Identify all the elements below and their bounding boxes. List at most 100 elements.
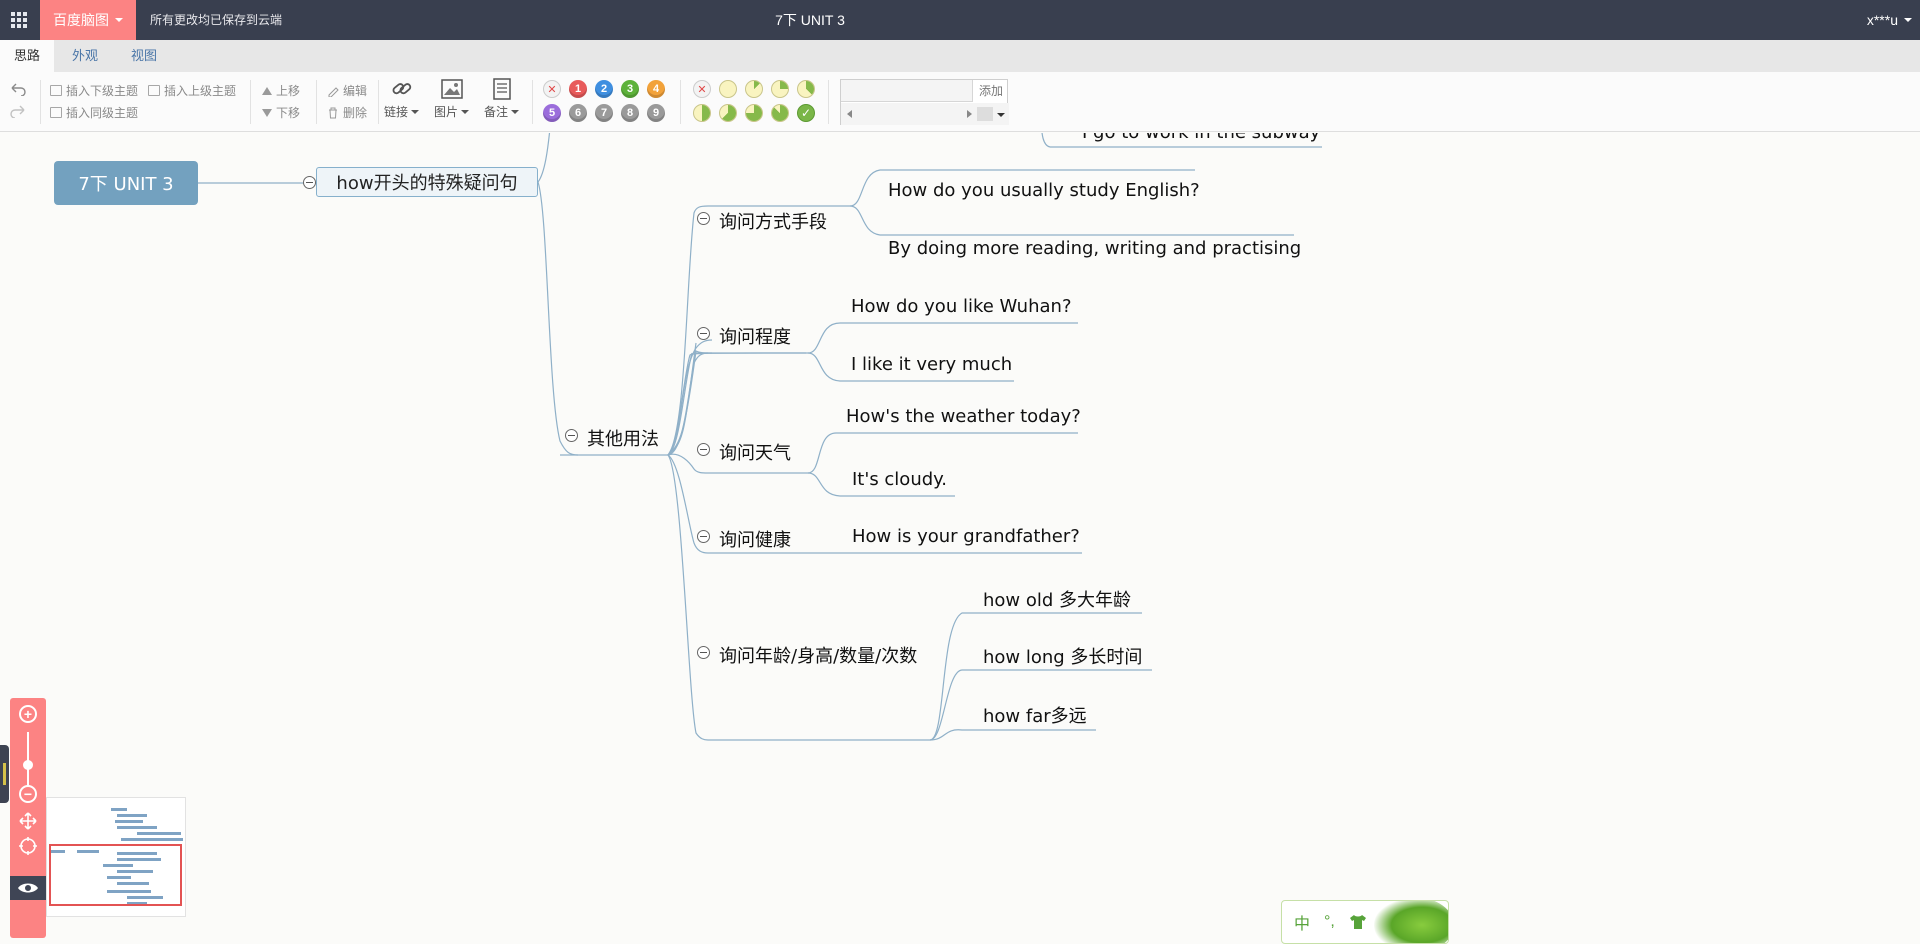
minimap-node <box>137 832 181 835</box>
minimap-node <box>117 814 147 817</box>
progress-0-button[interactable] <box>719 80 737 98</box>
collapse-toggle[interactable] <box>697 212 710 225</box>
toggle-minimap-button[interactable] <box>10 876 46 900</box>
move-icon[interactable] <box>18 811 38 831</box>
tab-appearance[interactable]: 外观 <box>58 40 112 72</box>
priority-8-button[interactable]: 8 <box>621 104 639 122</box>
priority-4-button[interactable]: 4 <box>647 80 665 98</box>
tab-outline[interactable]: 思路 <box>0 40 55 72</box>
insert-sibling-button[interactable]: 插入同级主题 <box>50 104 138 121</box>
image-button[interactable]: 图片 <box>434 78 470 120</box>
panel-handle[interactable] <box>0 745 9 803</box>
chevron-down-icon <box>411 109 420 114</box>
toolbar-divider <box>250 80 251 124</box>
subtopic-node[interactable]: 询问年龄/身高/数量/次数 <box>719 642 917 668</box>
resource-input[interactable] <box>841 80 973 102</box>
priority-7-button[interactable]: 7 <box>595 104 613 122</box>
progress-7-button[interactable] <box>771 104 789 122</box>
undo-icon[interactable] <box>9 82 27 96</box>
collapse-toggle[interactable] <box>697 530 710 543</box>
branch-node-other-usage[interactable]: 其他用法 <box>587 425 659 451</box>
progress-clear-button[interactable]: ✕ <box>693 80 711 98</box>
link-label: 链接 <box>384 105 409 119</box>
brand-menu-button[interactable]: 百度脑图 <box>40 0 136 40</box>
insert-child-button[interactable]: 插入下级主题 <box>50 82 138 99</box>
ime-language[interactable]: 中 <box>1294 910 1310 934</box>
progress-5-button[interactable] <box>719 104 737 122</box>
topic-node-partial[interactable]: I go to work in the subway <box>1082 133 1320 143</box>
priority-clear-button[interactable]: ✕ <box>543 80 561 98</box>
progress-6-button[interactable] <box>745 104 763 122</box>
mindmap-canvas[interactable]: 7下 UNIT 3 how开头的特殊疑问句 I go to work in th… <box>0 133 1920 944</box>
minimap-viewport[interactable] <box>49 844 182 906</box>
apps-grid-button[interactable] <box>0 0 38 40</box>
scrollbar-thumb[interactable] <box>977 107 993 121</box>
priority-6-button[interactable]: 6 <box>569 104 587 122</box>
collapse-toggle[interactable] <box>697 327 710 340</box>
delete-button[interactable]: 删除 <box>327 104 367 121</box>
move-down-button[interactable]: 下移 <box>262 104 300 121</box>
progress-2-button[interactable] <box>771 80 789 98</box>
progress-done-button[interactable]: ✓ <box>797 104 815 122</box>
subtopic-node[interactable]: 询问程度 <box>719 323 791 349</box>
resource-list[interactable] <box>841 103 1009 125</box>
user-menu[interactable]: x***u <box>1867 0 1912 40</box>
leaf-node[interactable]: how long 多长时间 <box>983 643 1142 669</box>
chevron-down-icon[interactable] <box>997 113 1005 117</box>
main-topic-node[interactable]: how开头的特殊疑问句 <box>316 167 538 197</box>
root-node[interactable]: 7下 UNIT 3 <box>54 161 198 205</box>
ime-punctuation[interactable]: °, <box>1324 913 1335 931</box>
progress-1-button[interactable] <box>745 80 763 98</box>
scroll-right-icon[interactable] <box>967 110 972 118</box>
zoom-out-icon[interactable]: − <box>19 785 37 803</box>
progress-4-button[interactable] <box>693 104 711 122</box>
leaf-node[interactable]: how far多远 <box>983 702 1087 728</box>
document-title[interactable]: 7下 UNIT 3 <box>730 0 890 40</box>
zoom-slider-track[interactable] <box>27 732 29 786</box>
collapse-toggle[interactable] <box>697 443 710 456</box>
priority-3-button[interactable]: 3 <box>621 80 639 98</box>
progress-3-button[interactable] <box>797 80 815 98</box>
priority-9-button[interactable]: 9 <box>647 104 665 122</box>
leaf-node[interactable]: How's the weather today? <box>846 406 1081 427</box>
minimap-node <box>121 838 183 841</box>
insert-sibling-label: 插入同级主题 <box>66 106 139 120</box>
insert-sibling-icon <box>50 107 62 118</box>
collapse-toggle[interactable] <box>697 646 710 659</box>
collapse-toggle[interactable] <box>565 429 578 442</box>
leaf-node[interactable]: How do you like Wuhan? <box>851 296 1072 317</box>
redo-icon[interactable] <box>9 104 27 118</box>
move-up-label: 上移 <box>276 84 301 98</box>
subtopic-node[interactable]: 询问天气 <box>719 439 791 465</box>
tab-view[interactable]: 视图 <box>117 40 171 72</box>
leaf-node[interactable]: How do you usually study English? <box>888 180 1200 201</box>
zoom-in-icon[interactable]: + <box>19 705 37 723</box>
note-button[interactable]: 备注 <box>484 78 520 120</box>
ime-toolbar[interactable]: 中 °, <box>1281 900 1449 944</box>
link-button[interactable]: 链接 <box>384 78 420 120</box>
insert-parent-icon <box>148 85 160 96</box>
priority-1-button[interactable]: 1 <box>569 80 587 98</box>
scroll-left-icon[interactable] <box>847 110 852 118</box>
minimap-node <box>115 820 143 823</box>
insert-parent-label: 插入上级主题 <box>164 84 237 98</box>
leaf-node[interactable]: how old 多大年龄 <box>983 586 1131 612</box>
zoom-slider-knob[interactable] <box>23 760 33 770</box>
locate-icon[interactable] <box>18 836 38 856</box>
minimap[interactable] <box>46 797 186 917</box>
collapse-toggle[interactable] <box>303 176 316 189</box>
leaf-node[interactable]: How is your grandfather? <box>852 526 1080 547</box>
subtopic-node[interactable]: 询问方式手段 <box>719 208 827 234</box>
tshirt-skin-icon[interactable] <box>1349 914 1367 930</box>
zoom-panel: + − <box>10 698 46 938</box>
insert-parent-button[interactable]: 插入上级主题 <box>148 82 236 99</box>
leaf-node[interactable]: It's cloudy. <box>852 469 947 490</box>
leaf-node[interactable]: By doing more reading, writing and pract… <box>888 238 1301 259</box>
subtopic-node[interactable]: 询问健康 <box>719 526 791 552</box>
priority-5-button[interactable]: 5 <box>543 104 561 122</box>
move-up-button[interactable]: 上移 <box>262 82 300 99</box>
resource-add-button[interactable]: 添加 <box>974 80 1008 102</box>
leaf-node[interactable]: I like it very much <box>851 354 1012 375</box>
priority-2-button[interactable]: 2 <box>595 80 613 98</box>
edit-button[interactable]: 编辑 <box>327 82 367 99</box>
